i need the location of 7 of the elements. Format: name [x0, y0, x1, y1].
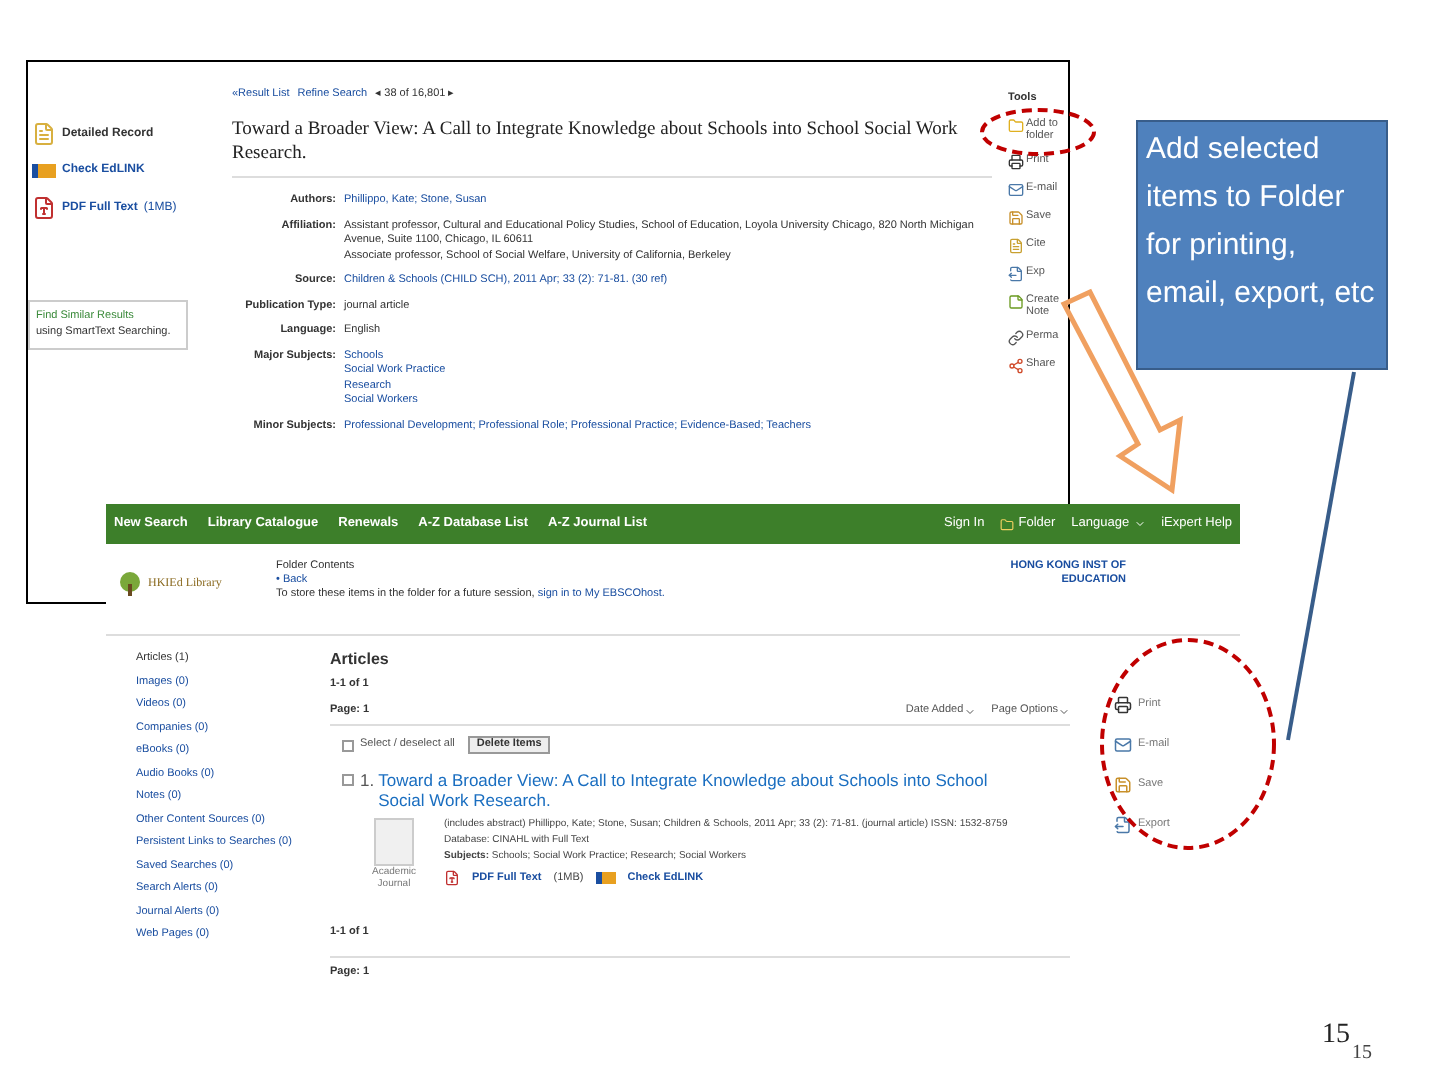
- result-title-link[interactable]: Toward a Broader View: A Call to Integrate Knowledge about Schools into School Social Work Research.: [378, 770, 999, 810]
- result-number: 1.: [360, 770, 375, 794]
- record-title: Toward a Broader View: A Call to Integrate Knowledge about Schools into School Social Work Research.: [232, 118, 992, 179]
- slide-number: 15: [1322, 1018, 1350, 1054]
- callout-box: Add selected items to Folder for printing, email, export, etc: [1136, 120, 1388, 370]
- slide-number: 15: [1352, 1040, 1372, 1068]
- section-heading: Articles: [330, 652, 391, 666]
